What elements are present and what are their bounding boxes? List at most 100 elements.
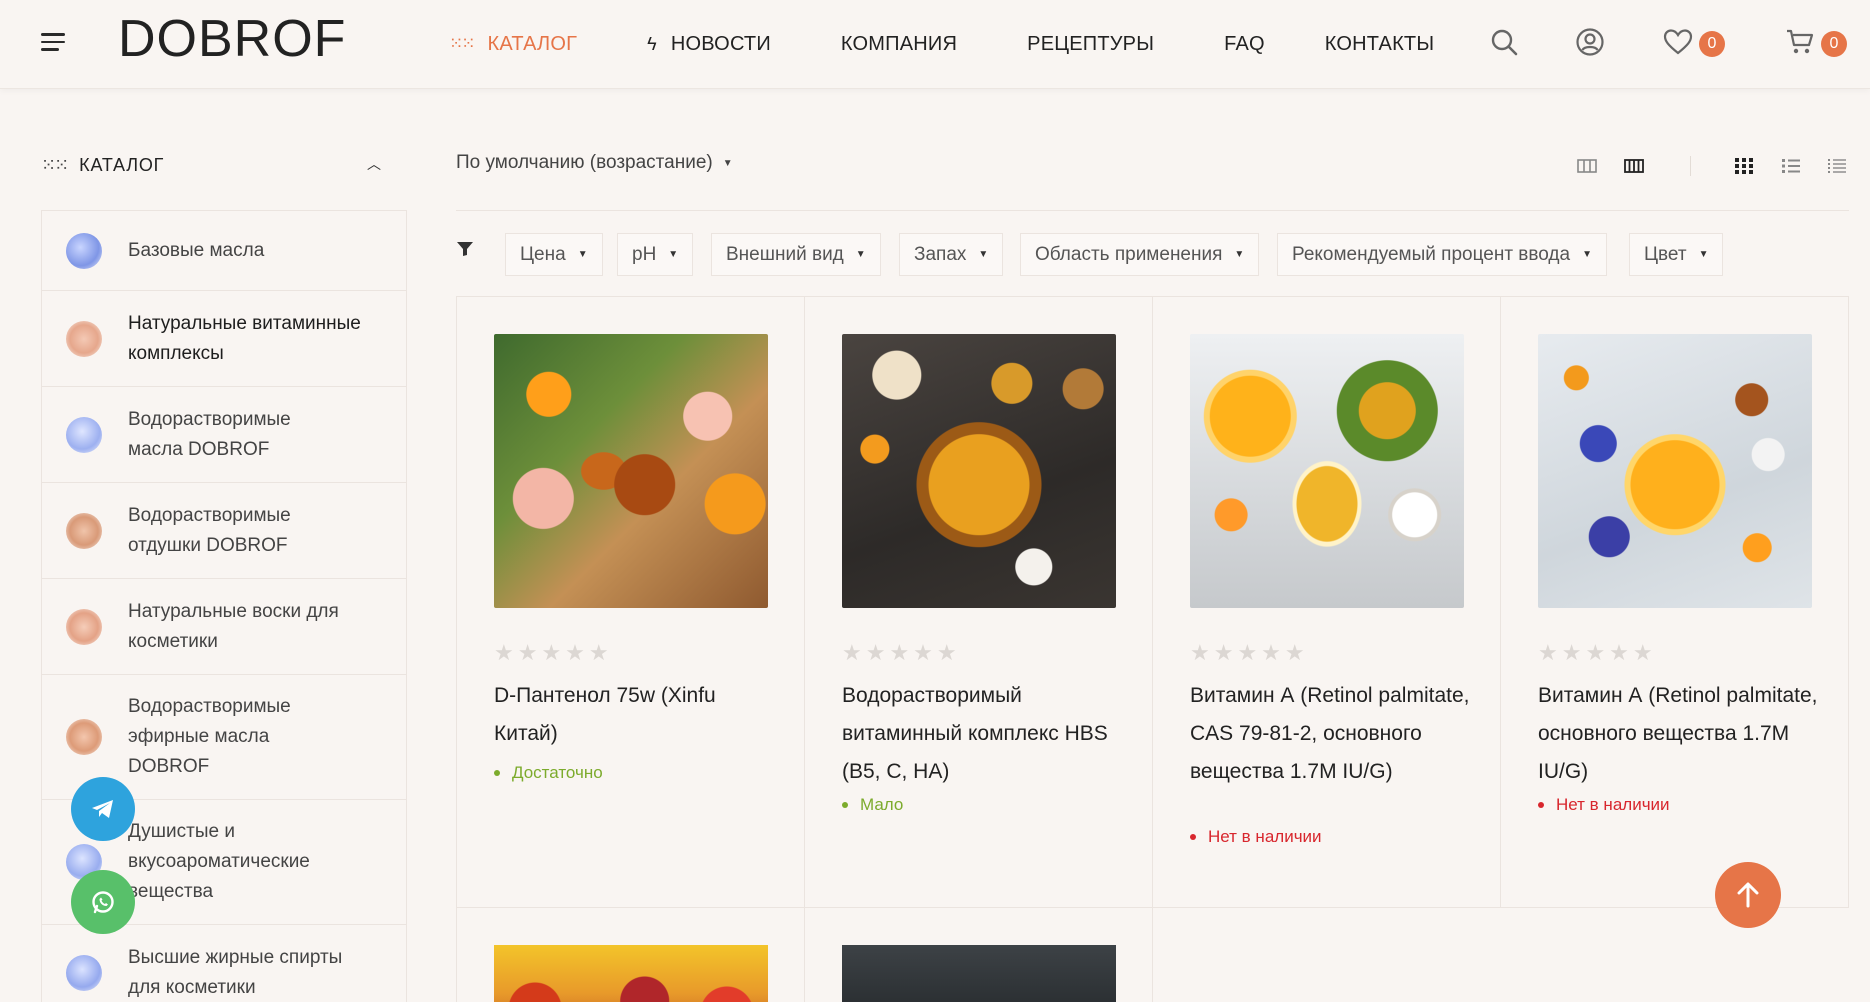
lightning-icon: ϟ <box>647 33 657 54</box>
filter-appearance-label: Внешний вид <box>726 243 844 265</box>
caret-down-icon: ▼ <box>855 249 866 260</box>
nav-recipes[interactable]: РЕЦЕПТУРЫ <box>1027 33 1154 56</box>
stock-dot-icon <box>494 770 500 776</box>
product-image[interactable] <box>1538 334 1812 608</box>
sidebar-item-water-soluble-fragrances[interactable]: Водорастворимые отдушки DOBROF <box>42 483 406 579</box>
cart-count-badge: 0 <box>1821 31 1847 57</box>
sidebar-item-label: Водорастворимые отдушки DOBROF <box>128 504 291 556</box>
stock-status: Достаточно <box>494 763 603 783</box>
product-card[interactable]: ★★★★★ Водорастворимый витаминный комплек… <box>805 296 1153 908</box>
nav-faq-label: FAQ <box>1224 32 1265 55</box>
filter-ph[interactable]: pH ▼ <box>617 233 694 276</box>
filter-price-label: Цена <box>520 243 566 265</box>
nav-recipes-label: РЕЦЕПТУРЫ <box>1027 32 1155 55</box>
cart-icon[interactable] <box>1784 26 1816 58</box>
grid-4col-view-icon[interactable] <box>1623 156 1645 176</box>
nav-news[interactable]: ϟ НОВОСТИ <box>647 33 771 56</box>
nav-faq[interactable]: FAQ <box>1224 33 1265 56</box>
filter-icon[interactable] <box>456 241 474 262</box>
product-image[interactable] <box>842 945 1116 1002</box>
product-image[interactable] <box>494 334 768 608</box>
filter-appearance[interactable]: Внешний вид ▼ <box>711 233 881 276</box>
toolbar-divider <box>456 210 1849 211</box>
nav-catalog-label: КАТАЛОГ <box>487 32 578 55</box>
scroll-to-top-button[interactable] <box>1715 862 1781 928</box>
filter-application[interactable]: Область применения ▼ <box>1020 233 1260 276</box>
tiles-view-icon[interactable] <box>1733 156 1755 176</box>
sidebar-item-label: Водорастворимые масла DOBROF <box>128 408 291 460</box>
chevron-up-icon[interactable]: ︿ <box>367 154 381 174</box>
sidebar-item-label: Базовые масла <box>128 239 265 261</box>
category-thumbnail-icon <box>66 512 102 549</box>
sidebar-item-label: Высшие жирные спирты для косметики <box>128 946 343 998</box>
stock-label: Достаточно <box>512 763 603 782</box>
product-name[interactable]: D-Пантенол 75w (Xinfu Китай) <box>494 677 774 753</box>
sidebar-item-base-oils[interactable]: Базовые масла <box>42 211 406 291</box>
sort-dropdown[interactable]: По умолчанию (возрастание) ▼ <box>456 152 733 174</box>
product-card[interactable]: ★★★★★ Витамин А (Retinol palmitate, осно… <box>1501 296 1849 908</box>
rating-stars[interactable]: ★★★★★ <box>842 640 961 666</box>
nav-company-label: КОМПАНИЯ <box>840 32 958 55</box>
filter-recommended-percent[interactable]: Рекомендуемый процент ввода ▼ <box>1277 233 1607 276</box>
sidebar-catalog-header[interactable]: ⁙⁙ КАТАЛОГ ︿ <box>41 152 391 178</box>
caret-down-icon: ▼ <box>722 157 733 169</box>
menu-burger-icon[interactable] <box>41 33 65 53</box>
filter-smell[interactable]: Запах ▼ <box>899 233 1004 276</box>
account-icon[interactable] <box>1574 26 1606 58</box>
product-card[interactable]: ★★★★★ D-Пантенол 75w (Xinfu Китай) Доста… <box>457 296 805 908</box>
product-image[interactable] <box>494 945 768 1002</box>
sidebar-item-natural-waxes[interactable]: Натуральные воски для косметики <box>42 579 406 675</box>
logo[interactable]: DOBROF <box>118 9 346 69</box>
caret-down-icon: ▼ <box>577 249 588 260</box>
whatsapp-button[interactable] <box>71 870 135 934</box>
category-thumbnail-icon <box>66 608 102 645</box>
site-header: DOBROF ⁙⁙ КАТАЛОГ ϟ НОВОСТИ КОМПАНИЯ РЕЦ… <box>0 0 1870 89</box>
stock-dot-icon <box>1190 834 1196 840</box>
filter-ph-label: pH <box>632 243 657 265</box>
stock-label: Нет в наличии <box>1556 795 1670 814</box>
product-name[interactable]: Витамин А (Retinol palmitate, CAS 79-81-… <box>1190 677 1470 791</box>
filter-application-label: Область применения <box>1035 243 1223 265</box>
search-icon[interactable] <box>1488 26 1520 58</box>
whatsapp-icon <box>92 891 114 914</box>
telegram-button[interactable] <box>71 777 135 841</box>
filter-recommended-percent-label: Рекомендуемый процент ввода <box>1292 243 1571 265</box>
category-thumbnail-icon <box>66 416 102 453</box>
sidebar-item-label: Натуральные витаминные комплексы <box>128 312 361 364</box>
heart-icon[interactable] <box>1662 26 1694 58</box>
filter-price[interactable]: Цена ▼ <box>505 233 603 276</box>
sidebar-item-water-soluble-oils[interactable]: Водорастворимые масла DOBROF <box>42 387 406 483</box>
toolbar-divider <box>1690 156 1691 176</box>
product-image[interactable] <box>1190 334 1464 608</box>
product-name[interactable]: Водорастворимый витаминный комплекс HBS … <box>842 677 1122 791</box>
product-name[interactable]: Витамин А (Retinol palmitate, основного … <box>1538 677 1818 791</box>
filter-color-label: Цвет <box>1644 243 1687 265</box>
filter-color[interactable]: Цвет ▼ <box>1629 233 1724 276</box>
telegram-icon <box>92 800 113 818</box>
nav-company[interactable]: КОМПАНИЯ <box>841 33 957 56</box>
product-card[interactable] <box>457 908 805 1002</box>
stock-status: Нет в наличии <box>1538 795 1670 815</box>
list-view-icon[interactable] <box>1780 156 1802 176</box>
sort-label: По умолчанию (возрастание) <box>456 152 713 173</box>
nav-contacts-label: КОНТАКТЫ <box>1324 32 1435 55</box>
product-image[interactable] <box>842 334 1116 608</box>
nav-catalog[interactable]: ⁙⁙ КАТАЛОГ <box>449 33 577 56</box>
sidebar-item-vitamin-complexes[interactable]: Натуральные витаминные комплексы <box>42 291 406 387</box>
product-card[interactable] <box>805 908 1153 1002</box>
compact-list-view-icon[interactable] <box>1826 156 1848 176</box>
rating-stars[interactable]: ★★★★★ <box>494 640 613 666</box>
favorites-count-badge: 0 <box>1699 31 1725 57</box>
stock-dot-icon <box>842 802 848 808</box>
nav-news-label: НОВОСТИ <box>670 32 771 55</box>
sidebar-item-fatty-alcohols[interactable]: Высшие жирные спирты для косметики <box>42 925 406 1002</box>
rating-stars[interactable]: ★★★★★ <box>1538 640 1657 666</box>
product-card[interactable]: ★★★★★ Витамин А (Retinol palmitate, CAS … <box>1153 296 1501 908</box>
grid-3col-view-icon[interactable] <box>1576 156 1598 176</box>
caret-down-icon: ▼ <box>1582 249 1592 260</box>
rating-stars[interactable]: ★★★★★ <box>1190 640 1309 666</box>
nav-contacts[interactable]: КОНТАКТЫ <box>1325 33 1435 56</box>
stock-status: Мало <box>842 795 903 815</box>
caret-down-icon: ▼ <box>978 249 989 260</box>
caret-down-icon: ▼ <box>1234 249 1245 260</box>
